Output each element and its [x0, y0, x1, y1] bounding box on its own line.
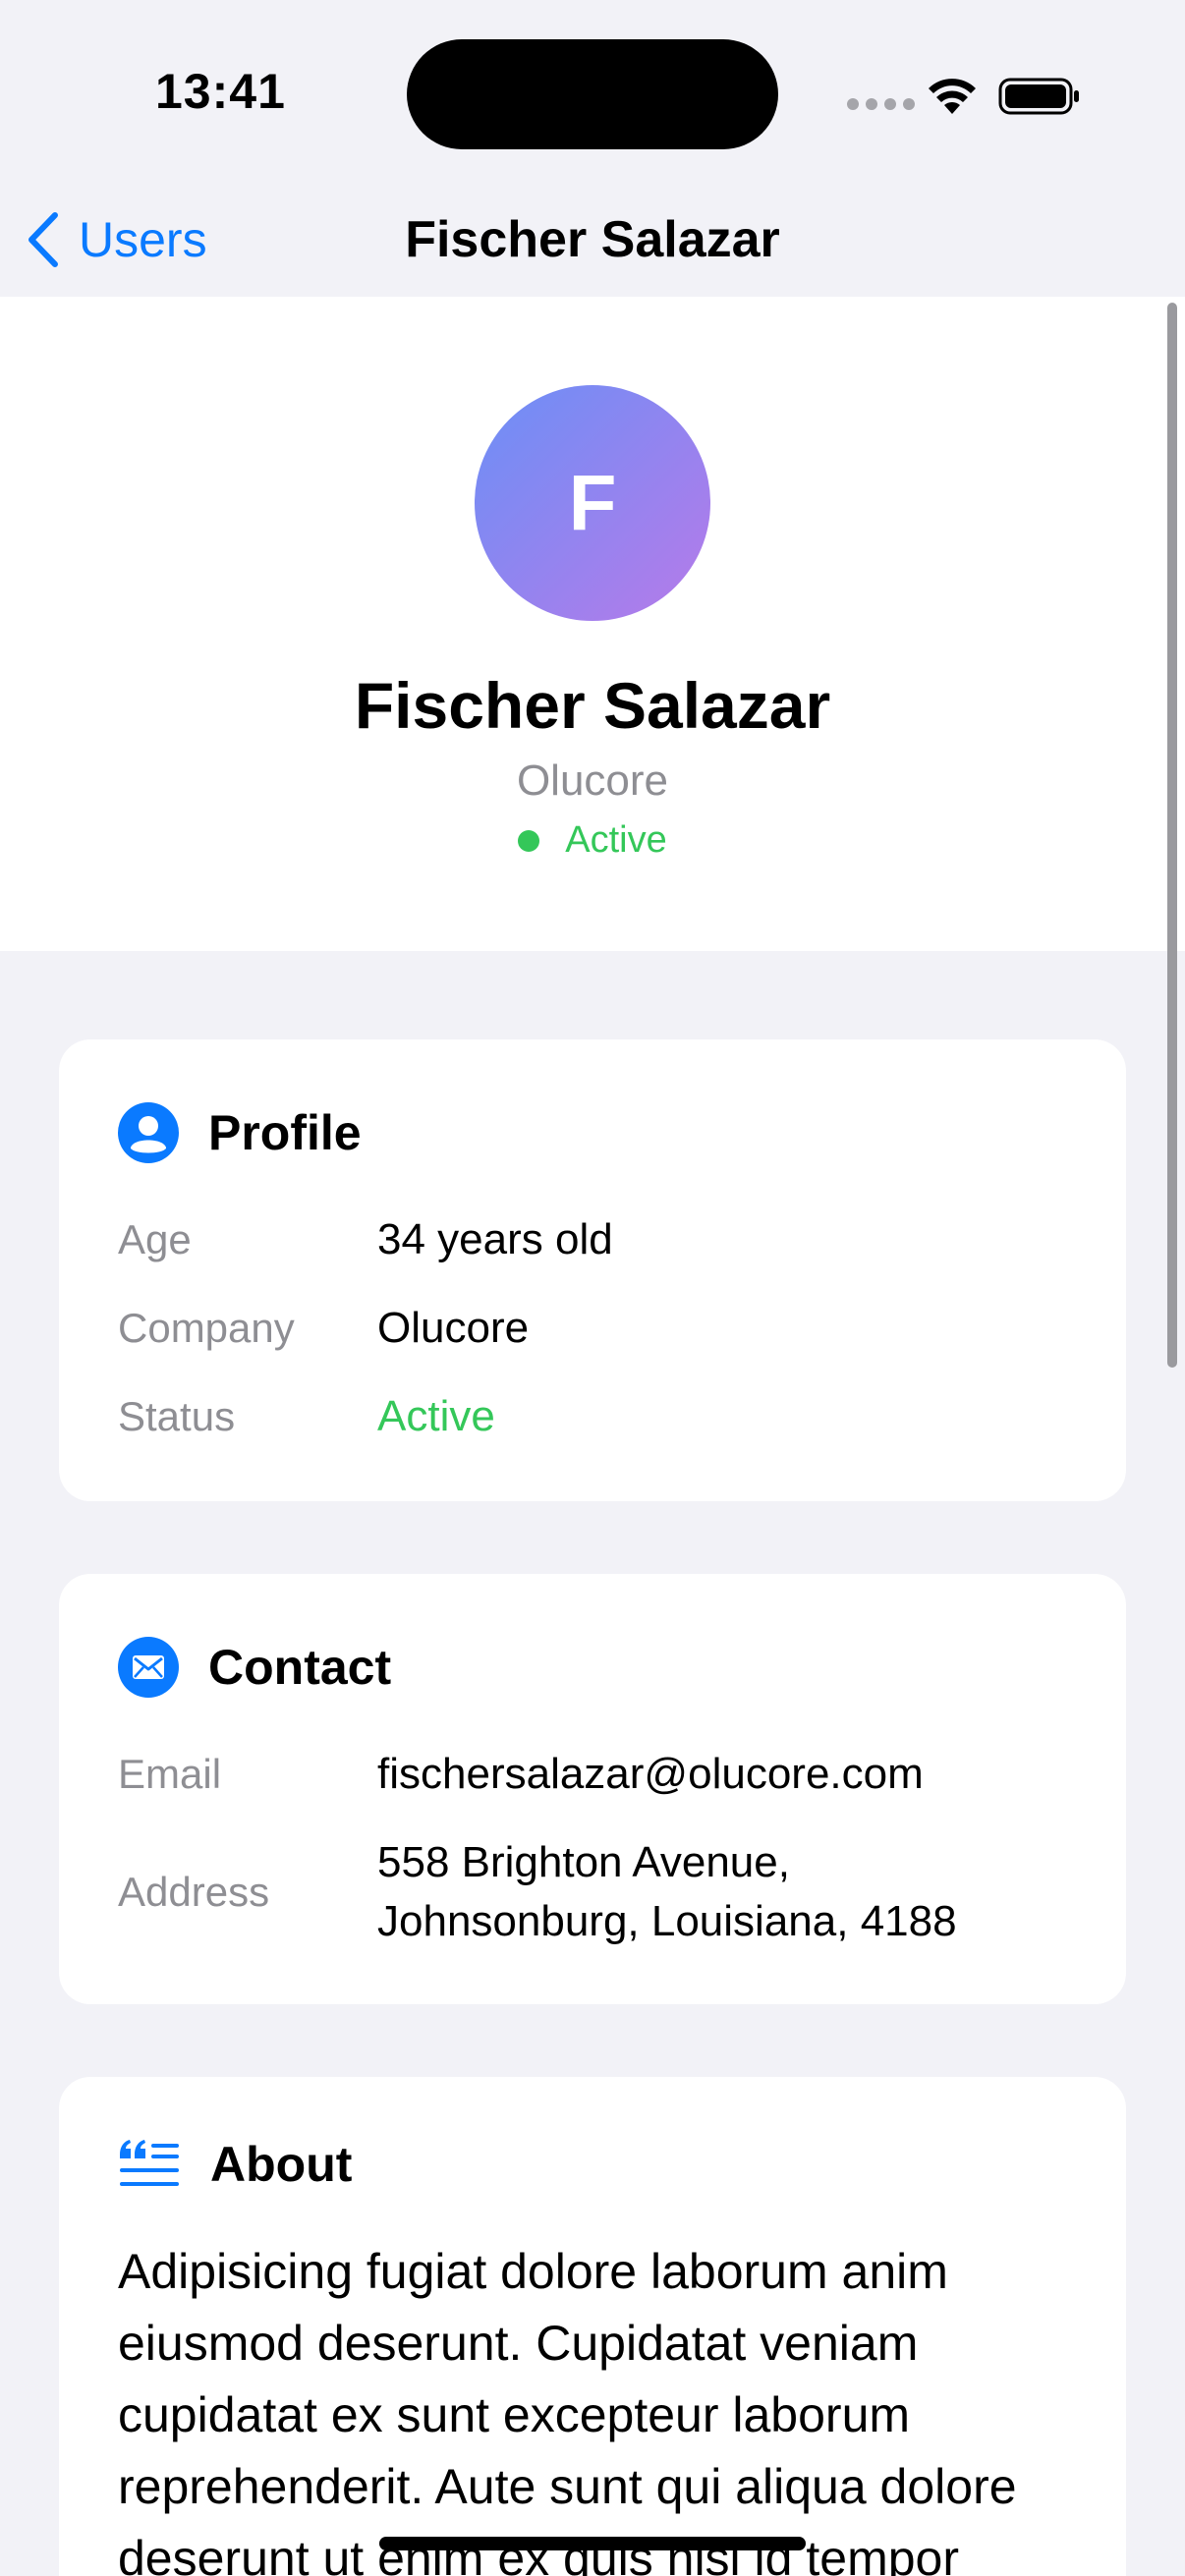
contact-card: Contact Email fischersalazar@olucore.com… — [59, 1574, 1126, 2004]
row-value: Olucore — [377, 1304, 530, 1352]
wifi-icon — [929, 79, 976, 114]
contact-row-email: Email fischersalazar@olucore.com — [118, 1745, 1087, 1804]
avatar: F — [475, 385, 710, 621]
row-value: 34 years old — [377, 1215, 613, 1263]
about-card: About Adipisicing fugiat dolore laborum … — [59, 2077, 1126, 2576]
user-detail-screen: 13:41 Users Fischer Salazar F Fischer Sa… — [0, 0, 1185, 2576]
contact-card-title: Contact — [208, 1640, 392, 1695]
navigation-bar: Users Fischer Salazar — [0, 187, 1185, 297]
profile-card-title: Profile — [208, 1105, 362, 1160]
status-bar: 13:41 — [0, 0, 1185, 187]
profile-card: Profile Age 34 years old Company Olucore… — [59, 1039, 1126, 1501]
scrollbar[interactable] — [1167, 303, 1177, 1368]
user-company: Olucore — [516, 756, 669, 805]
about-text: Adipisicing fugiat dolore laborum anim e… — [118, 2244, 1017, 2576]
address-value: 558 Brighton Avenue, Johnsonburg, Louisi… — [377, 1838, 957, 1945]
home-indicator[interactable] — [379, 2537, 806, 2550]
about-card-title: About — [210, 2137, 353, 2192]
about-card-header: About — [118, 2136, 352, 2193]
contact-card-header: Contact — [118, 1637, 391, 1698]
row-label: Age — [118, 1216, 192, 1262]
contact-row-address: Address 558 Brighton Avenue, Johnsonburg… — [118, 1833, 1087, 1951]
person-icon — [118, 1102, 179, 1163]
row-label: Status — [118, 1393, 236, 1439]
status-badge: Active — [0, 819, 1185, 862]
cellular-signal-icon — [847, 98, 915, 110]
email-link[interactable]: fischersalazar@olucore.com — [377, 1745, 1087, 1804]
status-label: Active — [565, 819, 667, 861]
profile-row-age: Age 34 years old — [118, 1210, 1087, 1269]
row-label: Company — [118, 1305, 295, 1351]
envelope-icon — [118, 1637, 179, 1698]
user-name: Fischer Salazar — [354, 669, 831, 742]
nav-title: Fischer Salazar — [405, 211, 780, 268]
row-label: Email — [118, 1751, 222, 1797]
battery-icon — [998, 78, 1079, 115]
status-time: 13:41 — [155, 64, 286, 119]
status-dot-icon — [518, 829, 540, 852]
profile-row-status: Status Active — [118, 1387, 1087, 1446]
profile-card-header: Profile — [118, 1102, 362, 1163]
row-label: Address — [118, 1869, 270, 1915]
profile-row-company: Company Olucore — [118, 1299, 1087, 1358]
dynamic-island — [407, 39, 778, 149]
row-value: Active — [377, 1392, 495, 1440]
quote-text-icon — [120, 2140, 179, 2186]
profile-header: F Fischer Salazar Olucore Active — [0, 297, 1185, 951]
